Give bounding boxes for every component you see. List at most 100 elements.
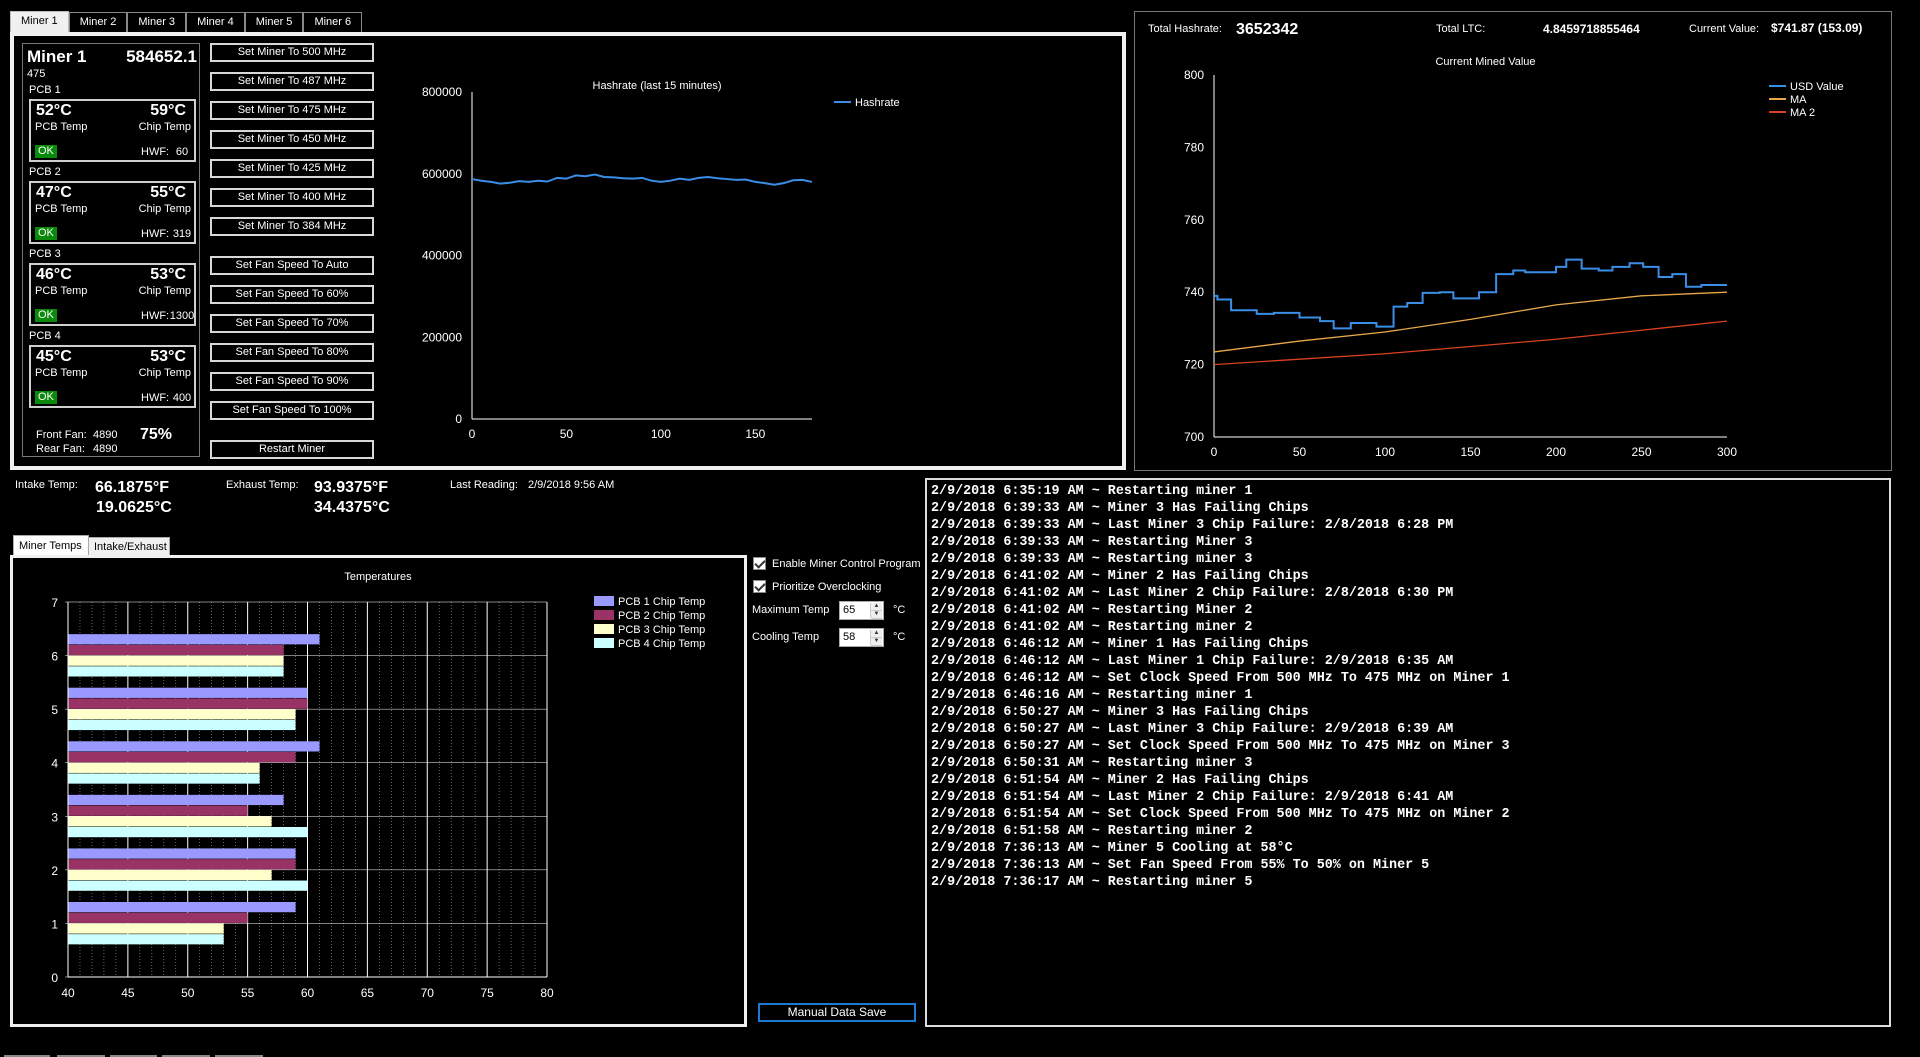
- set-fan-60-button[interactable]: Set Fan Speed To 60%: [210, 285, 374, 304]
- y-tick-label: 0: [455, 412, 462, 426]
- rear-fan-rpm: 4890: [93, 443, 118, 455]
- max-temp-value: 65: [843, 604, 856, 616]
- spin-down-icon[interactable]: ▼: [871, 611, 882, 619]
- set-fan-70-button[interactable]: Set Fan Speed To 70%: [210, 314, 374, 333]
- set-fan-90-button[interactable]: Set Fan Speed To 90%: [210, 372, 374, 391]
- set-clock-425-button[interactable]: Set Miner To 425 MHz: [210, 159, 374, 178]
- set-fan-auto-button[interactable]: Set Fan Speed To Auto: [210, 256, 374, 275]
- bar-pcb-4-chip-temp-miner-5: [68, 719, 296, 731]
- x-tick-label: 50: [181, 986, 195, 1000]
- chip-temp-label: Chip Temp: [138, 121, 191, 133]
- max-temp-label: Maximum Temp: [752, 604, 830, 616]
- summary-panel: Total Hashrate: 3652342 Total LTC: 4.845…: [1134, 11, 1892, 471]
- chip-temp-label: Chip Temp: [138, 285, 191, 297]
- set-fan-100-button[interactable]: Set Fan Speed To 100%: [210, 401, 374, 420]
- x-tick-label: 55: [241, 986, 255, 1000]
- log-line: 2/9/2018 6:50:31 AM ~ Restarting miner 3: [931, 756, 1253, 771]
- miner-status-panel: Miner 1 584652.1 475 PCB 1 52°C 59°C PCB…: [22, 43, 200, 457]
- y-tick-label: 400000: [422, 249, 462, 263]
- tab-miner-2[interactable]: Miner 2: [68, 12, 128, 32]
- legend-label: USD Value: [1790, 81, 1844, 93]
- y-tick-label: 1: [51, 917, 58, 931]
- temps-tab-control: Miner Temps Intake/Exhaust Temperatures 4…: [10, 535, 747, 1027]
- chip-temp-label: Chip Temp: [138, 203, 191, 215]
- log-line: 2/9/2018 6:39:33 AM ~ Last Miner 3 Chip …: [931, 518, 1454, 533]
- log-line: 2/9/2018 6:41:02 AM ~ Restarting Miner 2: [931, 603, 1253, 618]
- bar-pcb-1-chip-temp-miner-4: [68, 741, 320, 752]
- pcb-temp-label: PCB Temp: [35, 203, 88, 215]
- max-temp-spinner[interactable]: ▲ ▼: [870, 603, 882, 619]
- cooling-temp-spinner[interactable]: ▲ ▼: [870, 630, 882, 646]
- x-tick-label: 60: [301, 986, 315, 1000]
- tab-miner-5[interactable]: Miner 5: [244, 12, 304, 32]
- set-fan-80-button[interactable]: Set Fan Speed To 80%: [210, 343, 374, 362]
- chart-title: Temperatures: [344, 571, 412, 583]
- log-line: 2/9/2018 7:36:17 AM ~ Restarting miner 5: [931, 875, 1253, 890]
- bar-pcb-4-chip-temp-miner-4: [68, 773, 260, 784]
- total-hashrate-value: 3652342: [1236, 21, 1299, 38]
- enable-control-checkbox[interactable]: [753, 557, 766, 570]
- bar-pcb-2-chip-temp-miner-4: [68, 752, 296, 763]
- x-tick-label: 150: [1460, 445, 1480, 459]
- bar-pcb-3-chip-temp-miner-5: [68, 709, 296, 720]
- tab-intake-exhaust[interactable]: Intake/Exhaust: [88, 537, 170, 555]
- cooling-temp-unit: °C: [893, 631, 906, 643]
- fan-percent: 75%: [140, 426, 173, 443]
- set-clock-400-button[interactable]: Set Miner To 400 MHz: [210, 188, 374, 207]
- hashrate-chart: Hashrate (last 15 minutes) 0 200000 400000 6…: [422, 80, 900, 441]
- chip-temp: 53°C: [150, 266, 186, 283]
- x-tick-label: 80: [540, 986, 554, 1000]
- bar-pcb-2-chip-temp-miner-5: [68, 698, 308, 709]
- set-clock-450-button[interactable]: Set Miner To 450 MHz: [210, 130, 374, 149]
- spin-up-icon[interactable]: ▲: [871, 603, 882, 611]
- log-line: 2/9/2018 6:46:12 AM ~ Miner 1 Has Failin…: [931, 637, 1309, 652]
- manual-data-save-button[interactable]: Manual Data Save: [758, 1003, 916, 1022]
- event-log[interactable]: 2/9/2018 6:35:19 AM ~ Restarting miner 1…: [925, 478, 1891, 1027]
- series-line-ma: [1213, 291, 1728, 353]
- cooling-temp-stepper[interactable]: 58 ▲ ▼: [839, 628, 884, 647]
- y-tick-label: 6: [51, 650, 58, 664]
- y-tick-label: 700: [1184, 430, 1204, 444]
- bar-pcb-3-chip-temp-miner-2: [68, 869, 272, 881]
- tab-miner-3[interactable]: Miner 3: [127, 12, 187, 32]
- log-line: 2/9/2018 6:46:12 AM ~ Last Miner 1 Chip …: [931, 654, 1454, 669]
- set-clock-500-button[interactable]: Set Miner To 500 MHz: [210, 43, 374, 62]
- restart-miner-button[interactable]: Restart Miner: [210, 440, 374, 459]
- total-ltc-value: 4.8459718855464: [1543, 22, 1640, 36]
- prioritize-overclocking-checkbox[interactable]: [753, 580, 766, 593]
- pcb-temp: 47°C: [36, 184, 72, 201]
- tab-miner-4[interactable]: Miner 4: [186, 12, 245, 32]
- max-temp-stepper[interactable]: 65 ▲ ▼: [839, 601, 884, 620]
- set-clock-487-button[interactable]: Set Miner To 487 MHz: [210, 72, 374, 91]
- legend-label: MA 2: [1790, 107, 1815, 119]
- tab-miner-6[interactable]: Miner 6: [303, 12, 363, 32]
- prioritize-overclocking-label: Prioritize Overclocking: [772, 580, 882, 593]
- bar-pcb-2-chip-temp-miner-3: [68, 805, 248, 816]
- log-line: 2/9/2018 6:51:54 AM ~ Miner 2 Has Failin…: [931, 773, 1309, 788]
- x-tick-label: 40: [61, 986, 75, 1000]
- tab-miner-temps[interactable]: Miner Temps: [13, 535, 89, 555]
- spin-up-icon[interactable]: ▲: [871, 630, 882, 638]
- cooling-temp-label: Cooling Temp: [752, 631, 820, 643]
- status-badge: OK: [35, 145, 57, 158]
- set-clock-384-button[interactable]: Set Miner To 384 MHz: [210, 217, 374, 236]
- bar-pcb-1-chip-temp-miner-6: [68, 634, 320, 645]
- current-value-label: Current Value:: [1689, 23, 1760, 35]
- chip-temp: 59°C: [150, 102, 186, 119]
- tab-miner-1[interactable]: Miner 1: [10, 11, 69, 33]
- bar-pcb-3-chip-temp-miner-4: [68, 762, 260, 773]
- chart-title: Current Mined Value: [1435, 56, 1535, 68]
- y-tick-label: 780: [1184, 140, 1204, 154]
- pcb-1-box: 52°C 59°C PCB Temp Chip Temp OK HWF: 60: [29, 99, 196, 162]
- log-line: 2/9/2018 6:46:12 AM ~ Set Clock Speed Fr…: [931, 671, 1510, 686]
- hwf-value: 400: [172, 392, 192, 404]
- log-line: 2/9/2018 6:50:27 AM ~ Last Miner 3 Chip …: [931, 722, 1454, 737]
- y-tick-label: 800000: [422, 85, 462, 99]
- status-badge: OK: [35, 391, 57, 404]
- set-clock-475-button[interactable]: Set Miner To 475 MHz: [210, 101, 374, 120]
- x-tick-label: 0: [469, 427, 476, 441]
- bar-pcb-1-chip-temp-miner-3: [68, 794, 284, 806]
- y-tick-label: 800: [1184, 68, 1204, 82]
- intake-temp-c: 19.0625°C: [96, 499, 172, 516]
- spin-down-icon[interactable]: ▼: [871, 638, 882, 646]
